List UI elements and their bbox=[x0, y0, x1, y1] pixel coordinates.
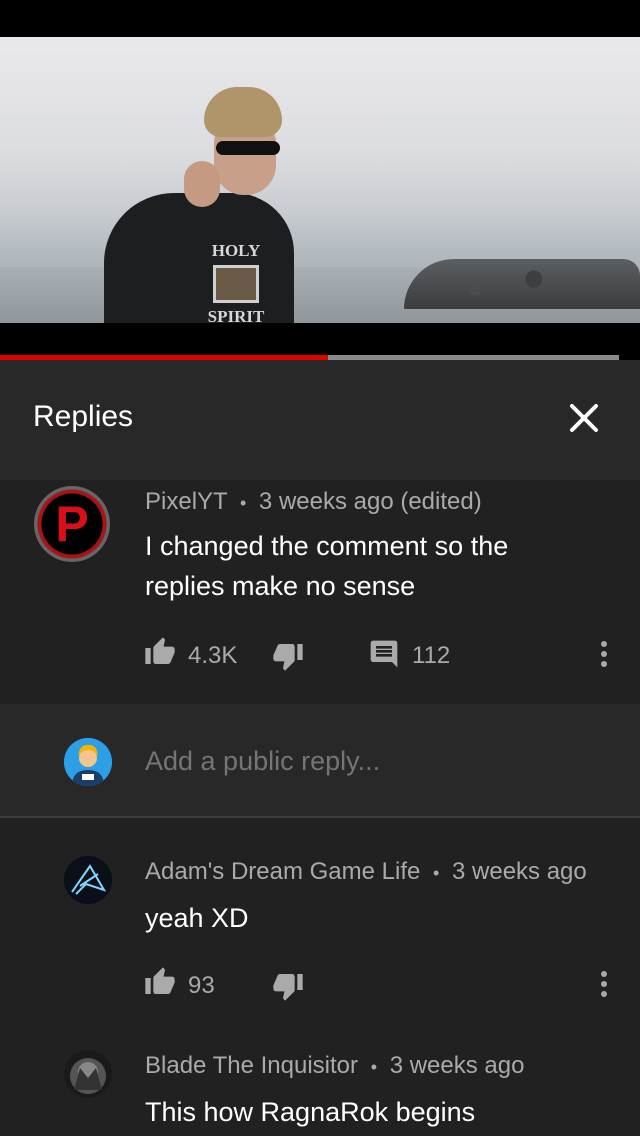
reply-text: This how RagnaRok begins bbox=[145, 1097, 476, 1127]
add-reply-section[interactable] bbox=[0, 704, 640, 818]
close-button[interactable] bbox=[558, 392, 610, 444]
more-vert-icon[interactable] bbox=[592, 968, 616, 1000]
like-count: 93 bbox=[188, 972, 215, 999]
video-hand bbox=[184, 161, 220, 207]
comment-author[interactable]: PixelYT bbox=[145, 488, 227, 515]
panel-title: Replies bbox=[33, 400, 134, 433]
shirt-text-top: HOLY bbox=[211, 241, 261, 260]
reply-meta: Adam's Dream Game Life • 3 weeks ago bbox=[145, 858, 587, 886]
reply-author[interactable]: Adam's Dream Game Life bbox=[145, 858, 420, 885]
meta-separator: • bbox=[370, 1057, 378, 1077]
reply-count: 112 bbox=[412, 642, 451, 669]
more-vert-icon[interactable] bbox=[592, 638, 616, 670]
avatar[interactable]: P bbox=[34, 486, 110, 562]
reply-time: 3 weeks ago bbox=[389, 1052, 525, 1079]
replies-header: Replies bbox=[0, 360, 640, 480]
shirt-dog-image bbox=[213, 265, 259, 303]
like-count: 4.3K bbox=[188, 642, 238, 669]
comment-time: 3 weeks ago (edited) bbox=[258, 488, 482, 515]
avatar-letter: P bbox=[55, 496, 89, 552]
reply-avatar[interactable] bbox=[64, 1050, 112, 1098]
close-icon bbox=[570, 404, 598, 432]
video-frame[interactable]: HOLY SPIRIT bbox=[0, 37, 640, 323]
user-avatar[interactable] bbox=[64, 738, 112, 786]
comment-text-line-1: I changed the comment so the bbox=[145, 531, 509, 561]
meta-separator: • bbox=[433, 863, 440, 883]
reply-actions: 93 bbox=[0, 966, 640, 1006]
video-rocks bbox=[404, 259, 640, 309]
reply-avatar-image bbox=[64, 856, 112, 904]
thumb-down-icon[interactable] bbox=[272, 970, 304, 1002]
shirt-text-bottom: SPIRIT bbox=[207, 307, 265, 323]
video-player[interactable]: HOLY SPIRIT bbox=[0, 0, 640, 360]
thumb-up-icon[interactable] bbox=[144, 636, 176, 668]
reply-time: 3 weeks ago bbox=[452, 858, 587, 885]
thumb-down-icon[interactable] bbox=[272, 640, 304, 672]
thumb-up-icon[interactable] bbox=[144, 966, 176, 998]
reply-text: yeah XD bbox=[145, 903, 249, 933]
reply-meta: Blade The Inquisitor • 3 weeks ago bbox=[145, 1052, 524, 1080]
comment-actions: 4.3K 112 bbox=[0, 636, 640, 676]
reply-avatar[interactable] bbox=[64, 856, 112, 904]
reply-author[interactable]: Blade The Inquisitor bbox=[145, 1052, 358, 1079]
comment-icon[interactable] bbox=[368, 638, 400, 670]
comment-meta: PixelYT • 3 weeks ago (edited) bbox=[145, 488, 482, 516]
video-hair bbox=[204, 87, 282, 137]
reply-avatar-image bbox=[64, 1050, 112, 1098]
user-avatar-image bbox=[64, 738, 112, 786]
shirt-print: HOLY SPIRIT bbox=[200, 241, 272, 323]
meta-separator: • bbox=[239, 493, 247, 513]
video-person: HOLY SPIRIT bbox=[104, 81, 294, 323]
comment-text-line-2: replies make no sense bbox=[145, 571, 416, 601]
main-comment: P PixelYT • 3 weeks ago (edited) I chang… bbox=[0, 480, 640, 704]
video-sunglasses bbox=[216, 141, 280, 155]
reply-input[interactable] bbox=[145, 746, 605, 777]
comment-text: I changed the comment so the replies mak… bbox=[145, 526, 508, 606]
